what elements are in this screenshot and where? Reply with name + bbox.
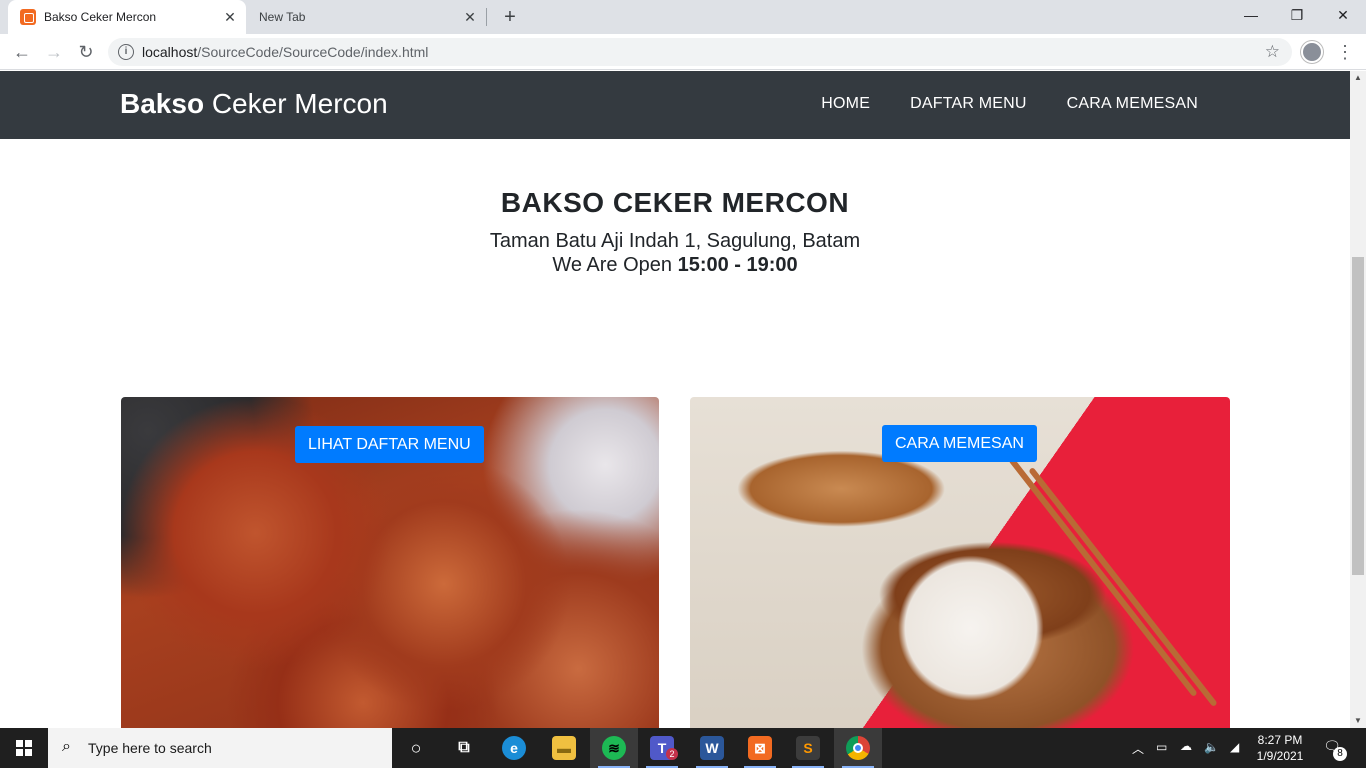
show-hidden-icons-icon[interactable]: ︿ bbox=[1132, 740, 1144, 768]
address-bar[interactable]: i localhost/SourceCode/SourceCode/index.… bbox=[108, 38, 1292, 66]
tab-title: Bakso Ceker Mercon bbox=[44, 10, 157, 24]
onedrive-cloud-icon[interactable]: ☁ bbox=[1180, 739, 1192, 768]
card-menu: LIHAT DAFTAR MENU bbox=[121, 397, 659, 728]
system-clock[interactable]: 8:27 PM 1/9/2021 bbox=[1250, 732, 1310, 764]
edge-icon[interactable]: e bbox=[490, 728, 538, 768]
plus-icon[interactable]: + bbox=[500, 7, 520, 27]
site-info-icon[interactable]: i bbox=[118, 44, 134, 60]
hero-address: Taman Batu Aji Indah 1, Sagulung, Batam bbox=[489, 230, 861, 252]
action-center-icon[interactable]: 🗨 8 bbox=[1322, 738, 1347, 761]
chrome-icon[interactable] bbox=[834, 728, 882, 768]
teams-badge: 2 bbox=[666, 748, 678, 760]
url-text: localhost/SourceCode/SourceCode/index.ht… bbox=[142, 44, 428, 60]
scrollbar-thumb[interactable] bbox=[1352, 257, 1364, 575]
cortana-icon[interactable]: ○ bbox=[392, 728, 440, 768]
page-scrollbar[interactable]: ▲ ▼ bbox=[1350, 71, 1366, 728]
url-path: /SourceCode/SourceCode/index.html bbox=[197, 44, 429, 60]
search-icon: ⌕ bbox=[62, 738, 71, 755]
windows-logo-icon bbox=[16, 740, 32, 756]
tab-divider bbox=[486, 8, 487, 26]
minimize-icon[interactable]: — bbox=[1228, 0, 1274, 30]
url-host: localhost bbox=[142, 44, 198, 60]
nav-cara-memesan[interactable]: CARA MEMESAN bbox=[1067, 95, 1198, 113]
menu-kebab-icon[interactable]: ⋮ bbox=[1336, 40, 1354, 64]
nav-home[interactable]: HOME bbox=[821, 95, 870, 113]
hero-section: BAKSO CEKER MERCON Taman Batu Aji Indah … bbox=[0, 187, 1350, 277]
clock-date: 1/9/2021 bbox=[1256, 749, 1304, 763]
scroll-up-icon[interactable]: ▲ bbox=[1350, 71, 1366, 85]
lihat-daftar-menu-button[interactable]: LIHAT DAFTAR MENU bbox=[295, 426, 484, 463]
restore-icon[interactable]: ❐ bbox=[1274, 0, 1320, 30]
task-view-icon[interactable]: ⧉ bbox=[440, 728, 488, 768]
hero-title: BAKSO CEKER MERCON bbox=[500, 187, 850, 218]
screen: Bakso Ceker Mercon ✕ New Tab ✕ + — ❐ ✕ ←… bbox=[0, 0, 1366, 768]
file-explorer-icon[interactable]: ▬ bbox=[540, 728, 588, 768]
xampp-icon[interactable]: ⊠ bbox=[736, 728, 784, 768]
brand-rest: Ceker Mercon bbox=[204, 88, 388, 119]
site-nav-links: HOME DAFTAR MENU CARA MEMESAN bbox=[821, 95, 1198, 113]
tab-new-tab[interactable]: New Tab ✕ bbox=[248, 0, 486, 34]
windows-taskbar: ⌕ Type here to search ○ ⧉ e ▬ ≋ T2 W ⊠ S… bbox=[0, 728, 1366, 768]
xampp-favicon-icon bbox=[20, 9, 36, 25]
card-order: CARA MEMESAN bbox=[690, 397, 1230, 728]
teams-icon[interactable]: T2 bbox=[638, 728, 686, 768]
profile-avatar[interactable] bbox=[1301, 41, 1323, 63]
battery-icon[interactable]: ▭ bbox=[1156, 740, 1167, 768]
scroll-down-icon[interactable]: ▼ bbox=[1350, 714, 1366, 728]
nav-daftar-menu[interactable]: DAFTAR MENU bbox=[910, 95, 1027, 113]
forward-arrow-icon[interactable]: → bbox=[42, 40, 66, 64]
bookmark-star-icon[interactable]: ☆ bbox=[1265, 42, 1280, 62]
hero-hours: We Are Open 15:00 - 19:00 bbox=[0, 253, 1350, 277]
wifi-icon[interactable]: ◢ bbox=[1230, 740, 1239, 768]
tab-title: New Tab bbox=[259, 10, 306, 24]
site-brand[interactable]: Bakso Ceker Mercon bbox=[120, 88, 388, 120]
close-tab-icon[interactable]: ✕ bbox=[222, 9, 238, 25]
start-button[interactable] bbox=[0, 728, 48, 768]
site-navbar: Bakso Ceker Mercon HOME DAFTAR MENU CARA… bbox=[0, 71, 1350, 139]
volume-icon[interactable]: 🔈 bbox=[1204, 740, 1219, 768]
notification-count: 8 bbox=[1333, 747, 1347, 761]
tab-bakso-ceker-mercon[interactable]: Bakso Ceker Mercon ✕ bbox=[8, 0, 246, 34]
browser-tab-strip: Bakso Ceker Mercon ✕ New Tab ✕ + — ❐ ✕ bbox=[0, 0, 1366, 34]
open-prefix: We Are Open bbox=[552, 254, 678, 276]
cara-memesan-button[interactable]: CARA MEMESAN bbox=[882, 425, 1037, 462]
reload-icon[interactable]: ↻ bbox=[74, 40, 98, 64]
back-arrow-icon[interactable]: ← bbox=[10, 40, 34, 64]
close-window-icon[interactable]: ✕ bbox=[1320, 0, 1366, 30]
open-hours: 15:00 - 19:00 bbox=[677, 254, 798, 276]
taskbar-search-box[interactable]: ⌕ Type here to search bbox=[48, 728, 392, 768]
browser-toolbar: ← → ↻ i localhost/SourceCode/SourceCode/… bbox=[0, 34, 1366, 70]
close-tab-icon[interactable]: ✕ bbox=[462, 9, 478, 25]
sublime-text-icon[interactable]: S bbox=[784, 728, 832, 768]
search-placeholder: Type here to search bbox=[88, 740, 212, 756]
spotify-icon[interactable]: ≋ bbox=[590, 728, 638, 768]
word-icon[interactable]: W bbox=[688, 728, 736, 768]
page-viewport: Bakso Ceker Mercon HOME DAFTAR MENU CARA… bbox=[0, 71, 1350, 728]
clock-time: 8:27 PM bbox=[1257, 733, 1303, 747]
brand-bold: Bakso bbox=[120, 88, 205, 119]
